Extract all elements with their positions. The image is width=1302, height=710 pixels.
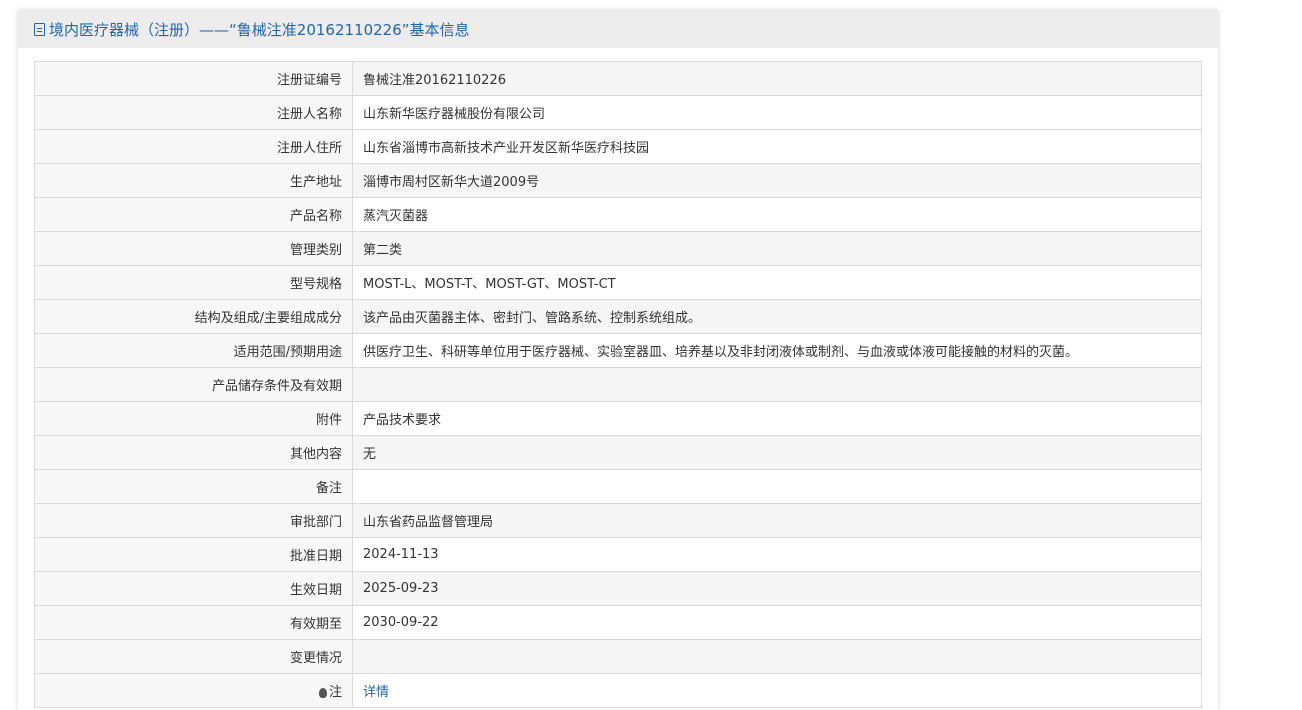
field-value: 2025-09-23 (352, 571, 1202, 606)
field-value: 供医疗卫生、科研等单位用于医疗器械、实验室器皿、培养基以及非封闭液体或制剂、与血… (352, 333, 1202, 368)
field-value: 第二类 (352, 231, 1202, 266)
table-row: 产品名称 蒸汽灭菌器 (34, 197, 1202, 232)
table-row: 附件 产品技术要求 (34, 401, 1202, 436)
field-label: 生产地址 (34, 163, 353, 198)
field-label: 产品储存条件及有效期 (34, 367, 353, 402)
lightbulb-icon (318, 687, 327, 698)
field-label: 注册人名称 (34, 95, 353, 130)
field-label: 管理类别 (34, 231, 353, 266)
panel-header: 境内医疗器械（注册）——“鲁械注准20162110226”基本信息 (18, 10, 1218, 48)
field-value: 该产品由灭菌器主体、密封门、管路系统、控制系统组成。 (352, 299, 1202, 334)
field-label: 型号规格 (34, 265, 353, 300)
info-table: 注册证编号 鲁械注准20162110226 注册人名称 山东新华医疗器械股份有限公司注… (34, 61, 1202, 708)
field-label: 变更情况 (34, 639, 353, 674)
table-row: 结构及组成/主要组成成分 该产品由灭菌器主体、密封门、管路系统、控制系统组成。 (34, 299, 1202, 334)
field-value: 淄博市周村区新华大道2009号 (352, 163, 1202, 198)
page-title: 境内医疗器械（注册）——“鲁械注准20162110226”基本信息 (49, 20, 470, 39)
field-value: 无 (352, 435, 1202, 470)
field-value: 产品技术要求 (352, 401, 1202, 436)
note-row: 注详情 (34, 673, 1202, 708)
table-row: 注册人住所 山东省淄博市高新技术产业开发区新华医疗科技园 (34, 129, 1202, 164)
table-row: 注册人名称 山东新华医疗器械股份有限公司 (34, 95, 1202, 130)
table-row: 管理类别 第二类 (34, 231, 1202, 266)
table-row: 其他内容无 (34, 435, 1202, 470)
field-label: 有效期至 (34, 605, 353, 640)
note-value-cell: 详情 (352, 673, 1202, 708)
field-value (352, 367, 1202, 402)
info-panel: 境内医疗器械（注册）——“鲁械注准20162110226”基本信息 注册证编号鲁… (18, 10, 1218, 710)
note-label-cell: 注 (34, 673, 353, 708)
table-row: 注册证编号 鲁械注准20162110226 (34, 61, 1202, 96)
field-label: 注册人住所 (34, 129, 353, 164)
table-row: 有效期至 2030-09-22 (34, 605, 1202, 640)
table-row: 型号规格 MOST-L、MOST-T、MOST-GT、MOST-CT (34, 265, 1202, 300)
field-value: 山东省药品监督管理局 (352, 503, 1202, 538)
field-label: 审批部门 (34, 503, 353, 538)
field-label: 批准日期 (34, 537, 353, 572)
table-row: 适用范围/预期用途 供医疗卫生、科研等单位用于医疗器械、实验室器皿、培养基以及非封… (34, 333, 1202, 368)
table-row: 产品储存条件及有效期 (34, 367, 1202, 402)
field-value (352, 639, 1202, 674)
field-value: 2030-09-22 (352, 605, 1202, 640)
field-label: 结构及组成/主要组成成分 (34, 299, 353, 334)
table-row: 批准日期 2024-11-13 (34, 537, 1202, 572)
table-row: 生效日期 2025-09-23 (34, 571, 1202, 606)
field-value: 鲁械注准20162110226 (352, 61, 1202, 96)
field-label: 备注 (34, 469, 353, 504)
field-label: 生效日期 (34, 571, 353, 606)
field-label: 附件 (34, 401, 353, 436)
table-row: 变更情况 (34, 639, 1202, 674)
field-label: 产品名称 (34, 197, 353, 232)
table-row: 审批部门 山东省药品监督管理局 (34, 503, 1202, 538)
document-icon (34, 22, 45, 36)
field-value (352, 469, 1202, 504)
field-label: 其他内容 (34, 435, 353, 470)
field-value: MOST-L、MOST-T、MOST-GT、MOST-CT (352, 265, 1202, 300)
field-value: 2024-11-13 (352, 537, 1202, 572)
table-row: 生产地址 淄博市周村区新华大道2009号 (34, 163, 1202, 198)
field-value: 山东省淄博市高新技术产业开发区新华医疗科技园 (352, 129, 1202, 164)
table-row: 备注 (34, 469, 1202, 504)
field-value: 山东新华医疗器械股份有限公司 (352, 95, 1202, 130)
field-value: 蒸汽灭菌器 (352, 197, 1202, 232)
field-label: 注册证编号 (34, 61, 353, 96)
field-label: 适用范围/预期用途 (34, 333, 353, 368)
